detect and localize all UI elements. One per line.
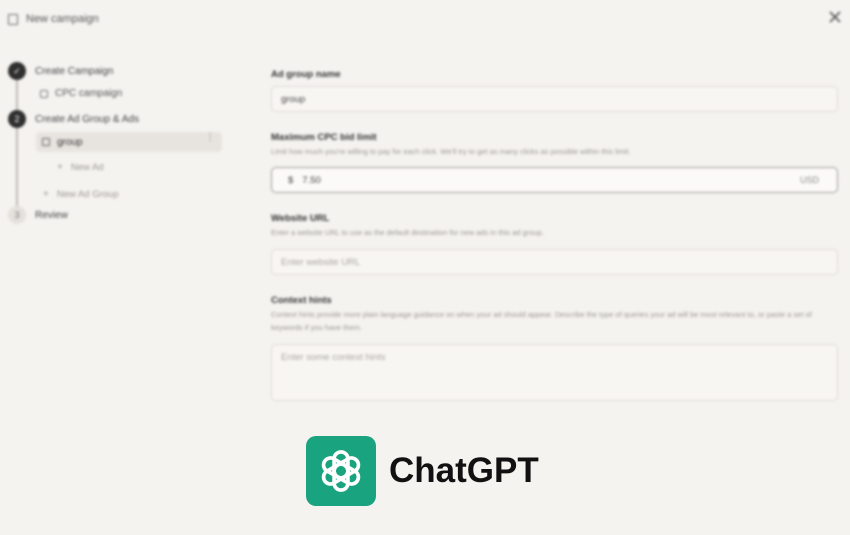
currency-unit: USD [799,175,819,185]
step-sidebar [0,56,230,256]
step-review[interactable]: 3 Review [8,206,68,224]
new-ad-group-button[interactable]: + New Ad Group [43,189,119,200]
sidebar-item-label: CPC campaign [55,88,123,99]
step-number: 3 [8,206,26,224]
max-cpc-help: Limit how much you're willing to pay for… [271,147,631,156]
brand-watermark: ChatGPT [306,436,539,506]
sidebar-item-group[interactable]: group ⋮ [36,132,222,152]
website-url-help: Enter a website URL to use as the defaul… [271,228,544,237]
currency-symbol: $ [288,174,294,186]
website-url-input[interactable]: Enter website URL [271,249,838,275]
step-connector [16,80,18,110]
megaphone-icon [40,89,48,98]
ad-group-name-input[interactable]: group [271,86,838,112]
folder-icon [42,138,50,146]
page-title: New campaign [26,13,99,25]
context-hints-textarea[interactable]: Enter some context hints [271,344,838,401]
step-connector [16,128,18,208]
openai-logo-icon [306,436,376,506]
check-icon: ✓ [8,62,26,80]
max-cpc-input[interactable]: $ 7.50 USD [271,167,838,193]
ad-group-form: Ad group name group Maximum CPC bid limi… [271,0,838,420]
step-create-ad-group[interactable]: 2 Create Ad Group & Ads [8,110,139,128]
website-url-placeholder: Enter website URL [281,256,361,268]
sidebar-item-label: group [57,136,83,148]
context-hints-placeholder: Enter some context hints [281,352,386,363]
document-icon [8,13,18,25]
step-label: Create Ad Group & Ads [35,113,139,125]
new-ad-button[interactable]: + New Ad [57,162,104,173]
step-number: 2 [8,110,26,128]
more-options-icon[interactable]: ⋮ [205,133,215,143]
logo-knot-icon [321,450,361,492]
plus-icon: + [43,189,49,200]
new-ad-label: New Ad [70,162,104,173]
new-ad-group-label: New Ad Group [56,189,119,200]
max-cpc-value: 7.50 [302,174,321,186]
ad-group-name-label: Ad group name [271,69,341,80]
sidebar-item-cpc-campaign[interactable]: CPC campaign [40,88,122,99]
plus-icon: + [57,162,63,173]
step-label: Review [35,209,68,221]
brand-name: ChatGPT [389,451,539,490]
step-create-campaign[interactable]: ✓ Create Campaign [8,62,113,80]
max-cpc-label: Maximum CPC bid limit [271,132,377,143]
website-url-label: Website URL [271,213,330,224]
context-hints-help: Context hints provide more plain languag… [271,310,812,332]
step-label: Create Campaign [35,65,114,77]
ad-group-name-value: group [281,93,306,105]
context-hints-label: Context hints [271,295,332,306]
